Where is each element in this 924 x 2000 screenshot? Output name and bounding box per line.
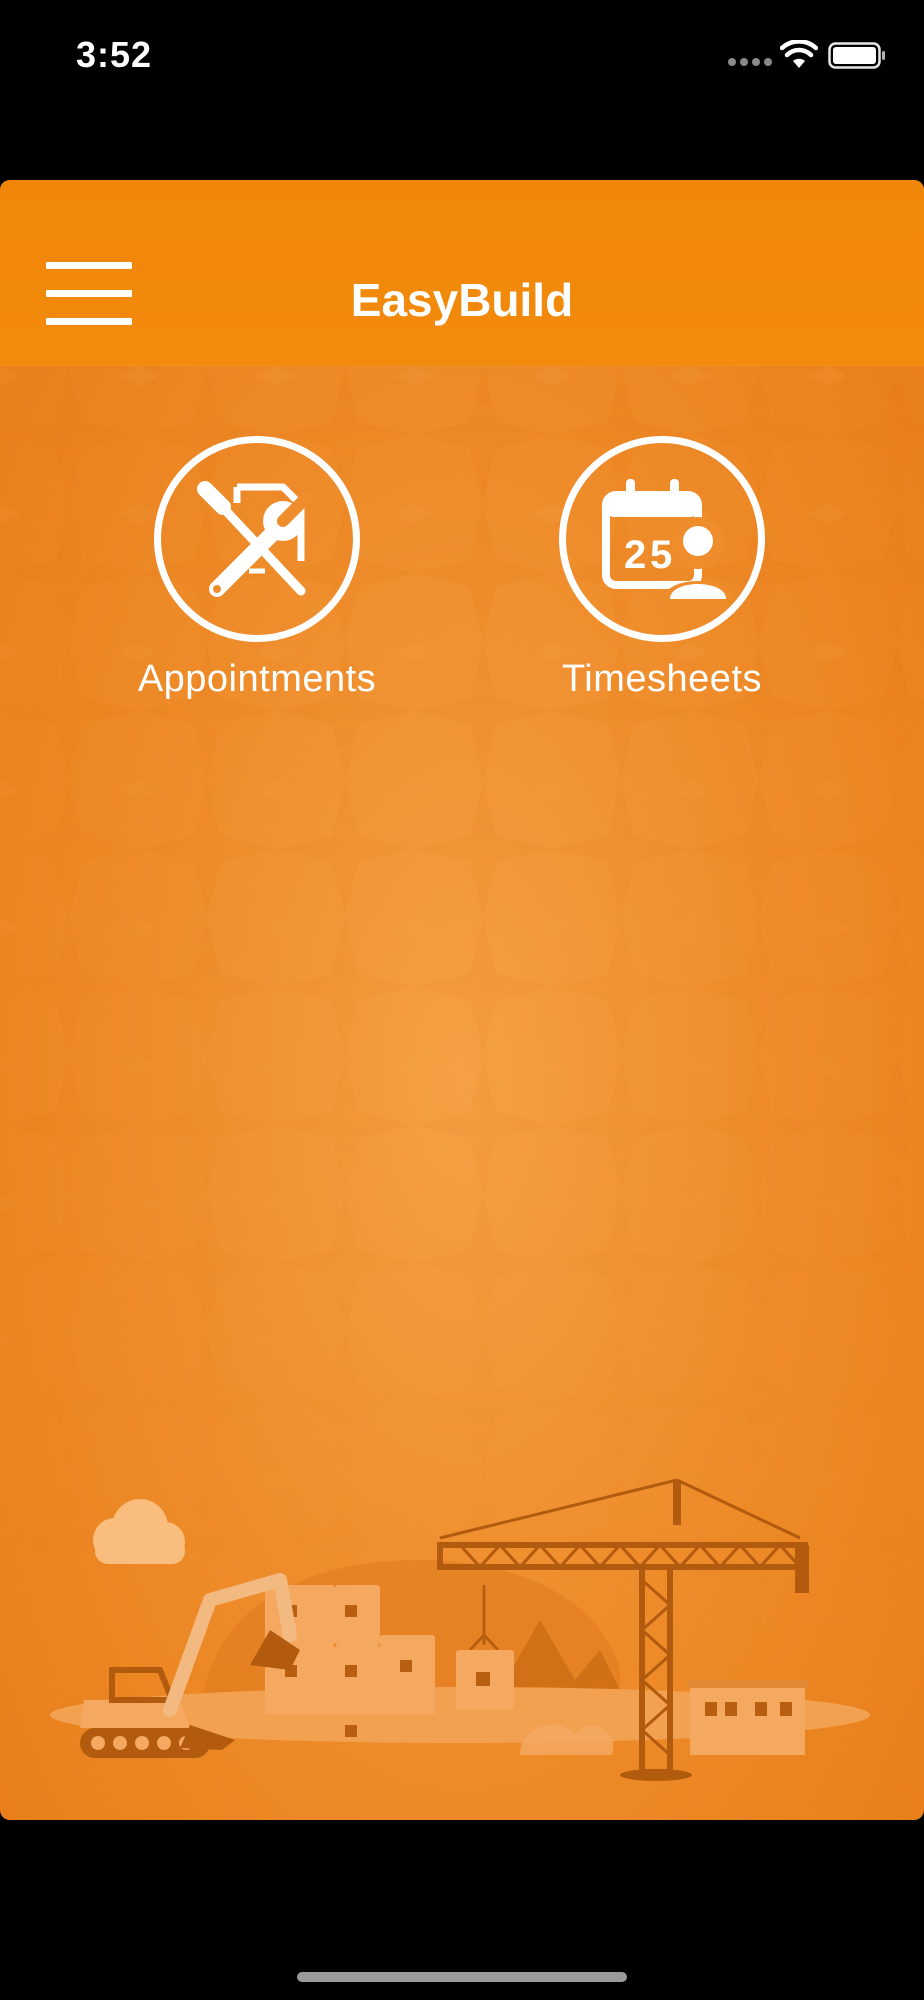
status-bar: 3:52 (0, 0, 924, 110)
timesheets-label: Timesheets (562, 658, 762, 700)
app-header: EasyBuild (0, 180, 924, 366)
phone-screen: 3:52 EasyBuild Appointments 2 5 Timeshee… (0, 0, 924, 2000)
status-time: 3:52 (76, 34, 153, 75)
home-indicator[interactable] (297, 1972, 627, 1982)
app-title: EasyBuild (350, 274, 574, 326)
svg-text:5: 5 (650, 533, 672, 577)
wifi-icon (780, 40, 818, 68)
appointments-icon-circle (154, 436, 360, 642)
battery-icon (828, 42, 885, 69)
appointments-button[interactable]: Appointments (107, 436, 407, 701)
construction-site-illustration (50, 1478, 870, 1781)
timesheets-icon-circle: 2 5 (559, 436, 765, 642)
app-screen: EasyBuild Appointments 2 5 Timesheets (0, 180, 924, 1820)
signal-dots-icon (728, 58, 772, 68)
svg-text:2: 2 (624, 533, 646, 577)
cloud-icon (93, 1499, 185, 1564)
appointments-label: Appointments (137, 658, 377, 700)
calendar-person-icon: 2 5 (602, 479, 732, 599)
timesheets-button[interactable]: 2 5 Timesheets (512, 436, 812, 701)
wrench-screwdriver-icon (197, 481, 313, 597)
